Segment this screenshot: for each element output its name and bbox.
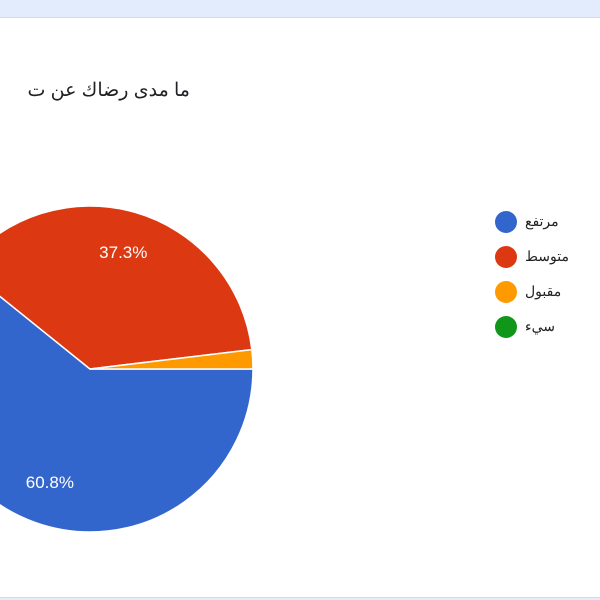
legend-label: سيء	[525, 318, 555, 334]
chart-legend: مرتفع متوسط مقبول سيء	[495, 204, 569, 344]
legend-label: مرتفع	[525, 213, 559, 229]
legend-item[interactable]: سيء	[495, 309, 569, 344]
legend-item[interactable]: متوسط	[495, 239, 569, 274]
legend-color-dot-icon	[495, 315, 517, 338]
legend-label: متوسط	[525, 248, 569, 264]
legend-label: مقبول	[525, 283, 562, 299]
legend-color-dot-icon	[495, 245, 517, 268]
legend-color-dot-icon	[495, 210, 517, 233]
legend-item[interactable]: مقبول	[495, 274, 569, 309]
slice-percent-label: 37.3%	[99, 243, 148, 263]
slice-percent-label: 60.8%	[25, 472, 74, 492]
legend-color-dot-icon	[495, 280, 517, 303]
legend-item[interactable]: مرتفع	[495, 204, 569, 239]
